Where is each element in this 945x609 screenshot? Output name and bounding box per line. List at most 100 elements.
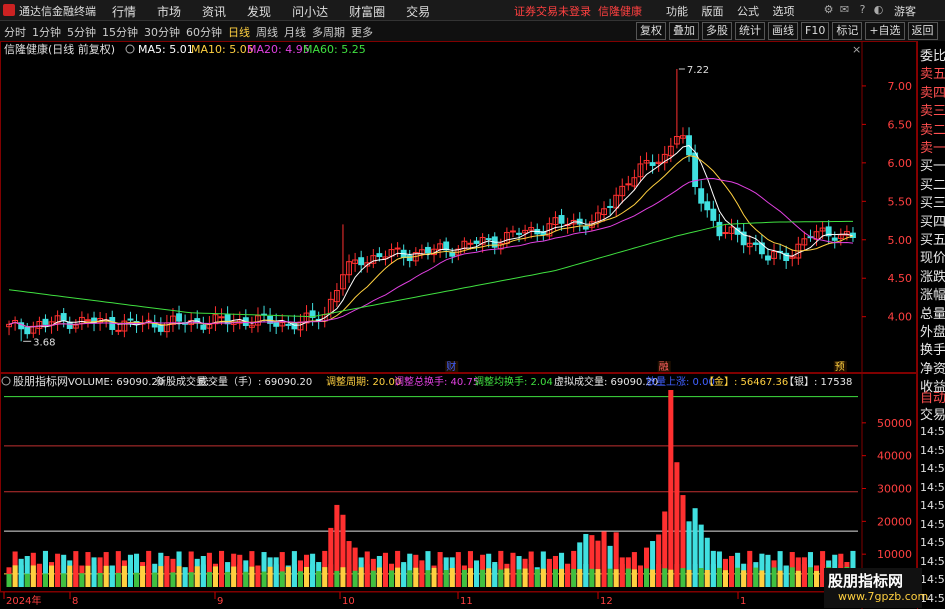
lower-field-1[interactable]: 交易 xyxy=(920,404,945,423)
tab-1[interactable]: 1分钟 xyxy=(32,26,61,39)
tab-6[interactable]: 日线 xyxy=(228,26,250,39)
message-icon[interactable]: ✉ xyxy=(838,3,851,16)
tab-3[interactable]: 15分钟 xyxy=(102,26,138,39)
volume-bar-base xyxy=(370,570,376,587)
volume-bar-base xyxy=(285,566,291,587)
low-price-label: 3.68 xyxy=(33,337,55,348)
tool-button-8[interactable]: 返回 xyxy=(907,22,938,40)
volume-bar-base xyxy=(516,569,522,587)
tab-8[interactable]: 月线 xyxy=(284,26,306,39)
volume-bar-base xyxy=(36,565,42,587)
tab-4[interactable]: 30分钟 xyxy=(144,26,180,39)
volume-bar-base xyxy=(480,569,486,587)
tool-button-6[interactable]: 标记 xyxy=(832,22,863,40)
volume-bar-base xyxy=(346,564,352,587)
volume-bar-base xyxy=(395,567,401,587)
app-logo-icon xyxy=(3,4,15,16)
skin-icon[interactable]: ◐ xyxy=(872,3,885,16)
menu-item-market[interactable]: 市场 xyxy=(157,3,181,20)
volume-tick-label: 10000 xyxy=(877,548,912,561)
settings-icon[interactable]: ⚙ xyxy=(822,3,835,16)
quote-field-12: 涨跌 xyxy=(920,269,945,285)
volume-bar-base xyxy=(668,569,674,587)
tool-button-2[interactable]: 多股 xyxy=(702,22,732,40)
volume-bar-base xyxy=(443,569,449,587)
volume-bar-base xyxy=(376,567,382,587)
ma-legend-3: MA60: 5.25 xyxy=(303,43,366,56)
menu-item-options[interactable]: 选项 xyxy=(773,5,795,18)
volume-bar-base xyxy=(437,564,443,587)
tick-time-3: 14:56 xyxy=(920,480,945,494)
tab-2[interactable]: 5分钟 xyxy=(67,26,96,39)
volume-bar-base xyxy=(461,569,467,587)
menu-item-function[interactable]: 功能 xyxy=(666,5,688,18)
help-icon[interactable]: ? xyxy=(856,3,869,16)
volume-bar-base xyxy=(540,568,546,587)
volume-bar-base xyxy=(814,570,820,587)
volume-bar-base xyxy=(194,566,200,587)
quote-field-14: 总量 xyxy=(920,306,945,322)
quote-side-panel: 委比 卖五 卖四 卖三 卖二 卖一 买一 买二 买三 买四 买五 现价 涨跌 涨幅 总量 外盘 换手 净资 收益 自动… xyxy=(917,41,945,609)
volume-bar-base xyxy=(140,566,146,587)
menu-item-layout[interactable]: 版面 xyxy=(702,5,724,18)
volume-bar-base xyxy=(486,568,492,587)
tool-button-7[interactable]: +自选 xyxy=(865,22,905,40)
guest-label[interactable]: 游客 xyxy=(894,3,916,19)
menu-item-ask[interactable]: 问小达 xyxy=(292,3,328,20)
menu-item-trade[interactable]: 交易 xyxy=(406,3,430,20)
volume-bar-base xyxy=(534,569,540,587)
tool-button-5[interactable]: F10 xyxy=(801,22,830,40)
volume-bar-base xyxy=(765,564,771,587)
candle-body xyxy=(218,316,225,319)
volume-bar-base xyxy=(625,568,631,587)
volume-bar-base xyxy=(134,572,140,587)
watermark-title: 股朋指标网 xyxy=(828,572,904,590)
volume-bar-base xyxy=(522,568,528,587)
tool-button-0[interactable]: 复权 xyxy=(636,22,666,40)
close-icon: × xyxy=(852,43,861,56)
price-panel-title: 信隆健康(日线 前复权) xyxy=(4,42,115,56)
volume-bar-base xyxy=(42,573,48,587)
tool-button-3[interactable]: 统计 xyxy=(735,22,765,40)
menu-item-quotes[interactable]: 行情 xyxy=(112,3,136,20)
app-title: 通达信金融终端 xyxy=(19,5,96,18)
tab-0[interactable]: 分时 xyxy=(4,26,26,39)
tool-button-1[interactable]: 叠加 xyxy=(669,22,699,40)
main-menu: 行情 市场 资讯 发现 问小达 财富圈 交易 xyxy=(112,3,451,20)
indicator-5: 调整均换手: 2.04 xyxy=(474,375,553,388)
volume-bar-base xyxy=(595,569,601,587)
xaxis-label-5: 12 xyxy=(600,596,613,607)
watermark-url: www.7gpzb.com xyxy=(838,590,929,603)
candle-body xyxy=(60,313,67,321)
volume-tick-label: 30000 xyxy=(877,483,912,496)
volume-tick-label: 50000 xyxy=(877,417,912,430)
tick-time-5: 14:56 xyxy=(920,517,945,531)
volume-bar-base xyxy=(152,572,158,587)
quote-field-4: 卖二 xyxy=(920,122,945,138)
tab-7[interactable]: 周线 xyxy=(256,26,278,39)
kline-chart[interactable]: 7.00 6.50 6.00 5.50 5.00 4.50 4.00 7.22 3.68 财 融 预 信… xyxy=(0,41,917,609)
volume-bar-base xyxy=(510,564,516,587)
tool-button-4[interactable]: 画线 xyxy=(768,22,798,40)
tab-9[interactable]: 多周期 xyxy=(312,26,345,39)
quote-field-2: 卖四 xyxy=(920,85,945,101)
volume-bar-base xyxy=(425,570,431,587)
volume-bar-base xyxy=(61,573,67,587)
tab-5[interactable]: 60分钟 xyxy=(186,26,222,39)
menu-item-formula[interactable]: 公式 xyxy=(737,5,759,18)
tick-time-0: 14:56 xyxy=(920,425,945,438)
volume-bar-base xyxy=(650,569,656,587)
menu-item-discover[interactable]: 发现 xyxy=(247,3,271,20)
menu-item-wealth[interactable]: 财富圈 xyxy=(349,3,385,20)
quote-field-16: 换手 xyxy=(920,343,945,359)
stock-name-label: 信隆健康 xyxy=(598,5,642,18)
login-warning[interactable]: 证券交易未登录 信隆健康 xyxy=(514,3,642,19)
quote-field-7: 买二 xyxy=(920,177,945,193)
tab-10[interactable]: 更多 xyxy=(351,26,373,39)
quote-field-15: 外盘 xyxy=(920,325,945,340)
price-tick-label: 7.00 xyxy=(888,80,913,93)
menu-item-news[interactable]: 资讯 xyxy=(202,3,226,20)
volume-bar-base xyxy=(662,568,668,587)
volume-bar-base xyxy=(188,572,194,587)
candle-body xyxy=(704,201,711,211)
